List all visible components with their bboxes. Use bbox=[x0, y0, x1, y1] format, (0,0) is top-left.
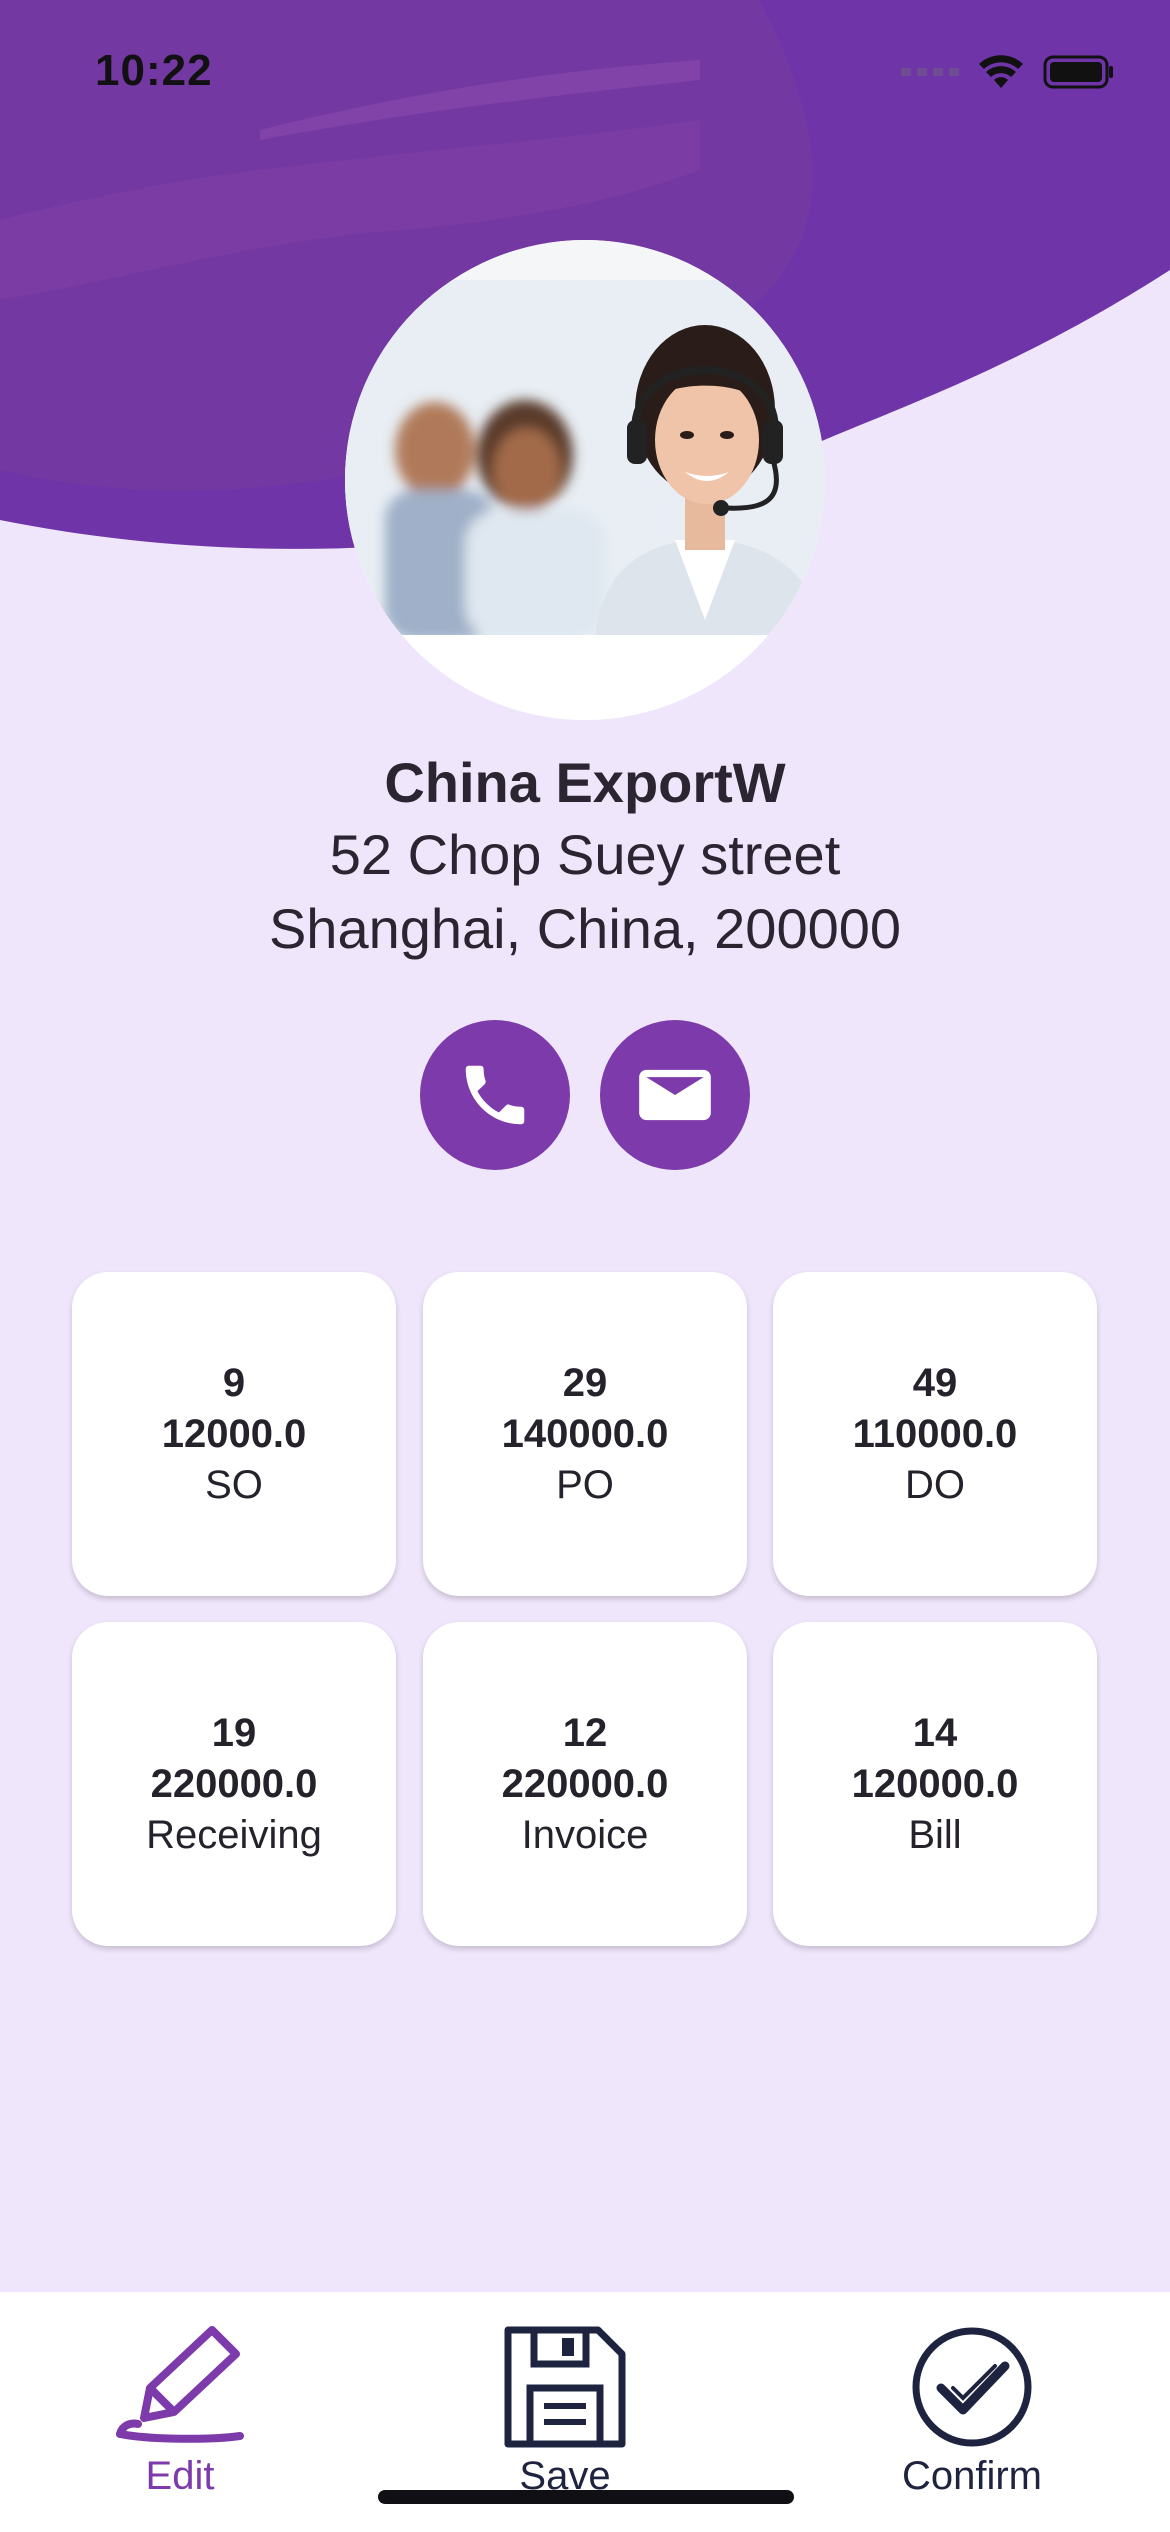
stat-card-do[interactable]: 49 110000.0 DO bbox=[773, 1272, 1097, 1596]
edit-button[interactable]: Edit bbox=[112, 2322, 248, 2499]
status-icons bbox=[901, 54, 1115, 90]
stat-count: 9 bbox=[222, 1360, 246, 1405]
confirm-label: Confirm bbox=[901, 2454, 1043, 2498]
pencil-icon bbox=[116, 2326, 244, 2443]
mail-icon bbox=[639, 1069, 711, 1121]
email-button[interactable] bbox=[600, 1020, 750, 1170]
stat-amount: 12000.0 bbox=[161, 1411, 307, 1456]
stat-card-so[interactable]: 9 12000.0 SO bbox=[72, 1272, 396, 1596]
profile-avatar bbox=[345, 240, 825, 720]
cellular-signal-icon bbox=[901, 68, 959, 76]
home-indicator[interactable] bbox=[378, 2490, 794, 2504]
confirm-button[interactable]: Confirm bbox=[882, 2322, 1062, 2499]
status-bar: 10:22 bbox=[0, 0, 1170, 150]
stat-card-bill[interactable]: 14 120000.0 Bill bbox=[773, 1622, 1097, 1946]
stat-label: Invoice bbox=[521, 1812, 649, 1857]
address-line-2: Shanghai, China, 200000 bbox=[268, 897, 902, 960]
stat-label: Receiving bbox=[146, 1812, 322, 1857]
save-button[interactable]: Save bbox=[500, 2322, 630, 2499]
wifi-icon bbox=[979, 55, 1023, 88]
stat-amount: 220000.0 bbox=[501, 1761, 669, 1806]
stat-amount: 220000.0 bbox=[150, 1761, 318, 1806]
floppy-disk-icon bbox=[504, 2326, 626, 2448]
stat-amount: 120000.0 bbox=[851, 1761, 1019, 1806]
status-time: 10:22 bbox=[95, 46, 213, 95]
check-circle-icon bbox=[912, 2327, 1032, 2447]
stat-count: 29 bbox=[562, 1360, 608, 1405]
phone-icon bbox=[465, 1065, 525, 1125]
stat-label: PO bbox=[556, 1462, 614, 1507]
stat-card-po[interactable]: 29 140000.0 PO bbox=[423, 1272, 747, 1596]
stat-card-receiving[interactable]: 19 220000.0 Receiving bbox=[72, 1622, 396, 1946]
address-line-1: 52 Chop Suey street bbox=[329, 823, 841, 886]
stat-count: 19 bbox=[211, 1710, 257, 1755]
stat-card-invoice[interactable]: 12 220000.0 Invoice bbox=[423, 1622, 747, 1946]
edit-label: Edit bbox=[145, 2454, 215, 2498]
stat-label: SO bbox=[205, 1462, 263, 1507]
company-name: China ExportW bbox=[384, 751, 786, 814]
stat-count: 14 bbox=[912, 1710, 958, 1755]
stat-amount: 110000.0 bbox=[852, 1411, 1018, 1456]
battery-icon bbox=[1043, 55, 1113, 89]
stat-label: Bill bbox=[908, 1812, 962, 1857]
stat-count: 49 bbox=[912, 1360, 958, 1405]
stat-count: 12 bbox=[562, 1710, 608, 1755]
phone-button[interactable] bbox=[420, 1020, 570, 1170]
stat-amount: 140000.0 bbox=[501, 1411, 669, 1456]
stat-label: DO bbox=[905, 1462, 965, 1507]
